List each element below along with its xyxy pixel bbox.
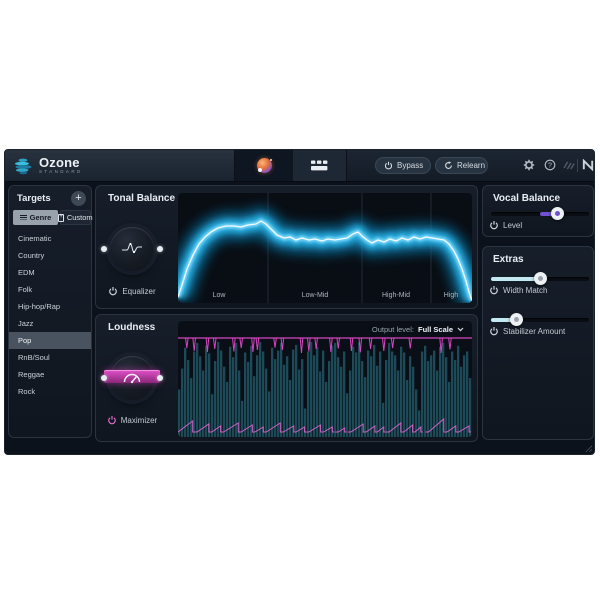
level-label: Level — [503, 220, 523, 230]
add-box-icon: + — [58, 213, 64, 222]
width-match-slider[interactable] — [491, 272, 589, 285]
sidebar-item-cinematic[interactable]: Cinematic — [9, 230, 91, 247]
bypass-label: Bypass — [397, 161, 424, 170]
genre-tab-label: Genre — [29, 213, 52, 222]
width-match-power-toggle[interactable] — [489, 285, 499, 295]
extras-panel: Extras Width Match Stabilizer Amount — [482, 246, 594, 440]
loudness-display: Output level: Full Scale — [178, 321, 472, 437]
sidebar-item-rnb-soul[interactable]: RnB/Soul — [9, 349, 91, 366]
stabilizer-amount-slider[interactable] — [491, 313, 589, 326]
slider-handle[interactable] — [509, 313, 523, 326]
assistant-sphere-icon — [256, 158, 272, 173]
knob-min-dot — [101, 375, 107, 381]
sidebar-item-jazz[interactable]: Jazz — [9, 315, 91, 332]
relearn-button[interactable]: Relearn — [435, 157, 488, 174]
app-tier-label: STANDARD — [39, 169, 83, 175]
slider-fill — [491, 276, 540, 281]
sidebar-item-folk[interactable]: Folk — [9, 281, 91, 298]
handle-dot — [555, 211, 561, 216]
band-label-high: High — [443, 292, 459, 299]
brand-section: Ozone STANDARD — [5, 150, 235, 181]
vocal-level-slider[interactable] — [491, 207, 589, 220]
vocal-balance-panel: Vocal Balance Level — [482, 185, 594, 237]
equalizer-power-toggle[interactable] — [108, 286, 118, 296]
header-divider — [577, 159, 578, 172]
tonal-balance-title: Tonal Balance — [108, 193, 176, 204]
maximizer-knob[interactable] — [101, 356, 163, 400]
izotope-mark-icon — [563, 159, 575, 171]
brand-text: Ozone STANDARD — [39, 156, 83, 175]
svg-text:?: ? — [548, 162, 552, 169]
header-bar: Ozone STANDARD Bypass Relearn ? — [5, 150, 594, 182]
sidebar-item-reggae[interactable]: Reggae — [9, 366, 91, 383]
relearn-refresh-icon — [444, 161, 453, 170]
modules-view-icon — [310, 159, 330, 172]
output-level-dropdown[interactable]: Output level: Full Scale — [372, 325, 464, 334]
width-match-label: Width Match — [503, 285, 548, 295]
ni-logo-icon — [582, 158, 594, 172]
slider-track[interactable] — [491, 272, 589, 285]
sidebar-item-country[interactable]: Country — [9, 247, 91, 264]
knob-min-dot — [101, 246, 107, 252]
tonal-balance-display: Low Low-Mid High-Mid High — [178, 193, 472, 303]
knob-max-dot — [157, 246, 163, 252]
eq-curve-icon — [122, 242, 142, 254]
slider-track[interactable] — [491, 313, 589, 326]
settings-gear-icon[interactable] — [523, 159, 535, 171]
ozone-logo-icon — [13, 156, 33, 176]
handle-dot — [537, 276, 543, 281]
loudness-panel: Loudness Maximizer Output level: Full Sc… — [95, 314, 478, 442]
output-level-value: Full Scale — [417, 325, 453, 334]
knob-max-dot — [157, 375, 163, 381]
extras-title: Extras — [493, 254, 524, 265]
sidebar-item-pop[interactable]: Pop — [9, 332, 91, 349]
slider-handle[interactable] — [551, 207, 565, 220]
genre-tab[interactable]: Genre — [13, 210, 58, 225]
targets-title: Targets — [17, 193, 51, 204]
custom-tab-label: Custom — [66, 213, 93, 222]
power-icon — [384, 161, 393, 170]
list-icon — [19, 215, 27, 220]
tonal-balance-panel: Tonal Balance Equalizer Low Low-Mid High-M… — [95, 185, 478, 309]
app-title: Ozone — [39, 155, 80, 171]
loudness-waveform — [178, 337, 472, 437]
stabilizer-amount-label: Stabilizer Amount — [503, 326, 566, 336]
gauge-icon — [123, 373, 141, 384]
add-target-button[interactable]: + — [71, 191, 86, 206]
targets-sidebar: Targets + Genre + Custom Cinematic Countr… — [8, 185, 93, 438]
chevron-down-icon — [457, 327, 464, 332]
assistant-view-tab[interactable] — [235, 150, 294, 181]
resize-grip[interactable] — [585, 445, 592, 452]
slider-handle[interactable] — [533, 272, 547, 285]
maximizer-label: Maximizer — [120, 415, 158, 425]
genre-list: Cinematic Country EDM Folk Hip-hop/Rap Jazz Po… — [9, 230, 91, 400]
targets-header: Targets + — [9, 186, 91, 208]
slider-track[interactable] — [491, 207, 589, 220]
help-icon[interactable]: ? — [544, 159, 556, 171]
ozone-app-window: Ozone STANDARD Bypass Relearn ? Targets … — [5, 150, 594, 454]
custom-tab[interactable]: + Custom — [58, 210, 93, 225]
band-label-high-mid: High-Mid — [381, 292, 411, 299]
sidebar-item-hip-hop-rap[interactable]: Hip-hop/Rap — [9, 298, 91, 315]
vocal-balance-title: Vocal Balance — [493, 193, 561, 204]
equalizer-label: Equalizer — [122, 286, 156, 296]
bypass-button[interactable]: Bypass — [375, 157, 431, 174]
relearn-label: Relearn — [457, 161, 486, 170]
vocal-power-toggle[interactable] — [489, 220, 499, 230]
loudness-title: Loudness — [108, 322, 156, 333]
stabilizer-power-toggle[interactable] — [489, 326, 499, 336]
maximizer-power-toggle[interactable] — [107, 415, 117, 425]
band-label-low-mid: Low-Mid — [301, 292, 329, 299]
handle-dot — [513, 317, 519, 322]
band-label-low: Low — [212, 292, 226, 299]
sidebar-item-edm[interactable]: EDM — [9, 264, 91, 281]
sidebar-item-rock[interactable]: Rock — [9, 383, 91, 400]
equalizer-knob[interactable] — [101, 227, 163, 271]
output-level-label: Output level: — [371, 325, 414, 334]
detailed-view-tab[interactable] — [293, 150, 347, 181]
spectrum-curve — [178, 193, 472, 303]
